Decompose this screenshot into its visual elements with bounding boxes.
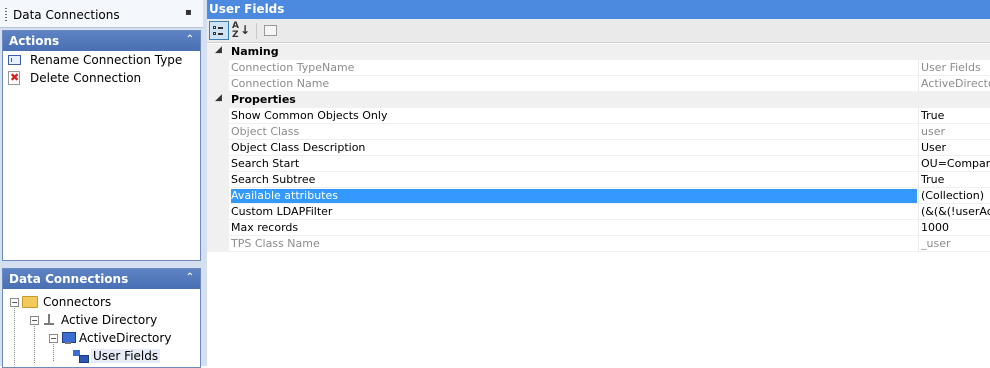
property-value[interactable]: user (921, 125, 990, 139)
property-value[interactable]: 1000 (921, 221, 990, 235)
property-name: Search Start (231, 157, 300, 170)
property-row-show-common-objects-only[interactable]: Show Common Objects Only True (207, 108, 990, 124)
property-row-object-class-description[interactable]: Object Class Description User (207, 140, 990, 156)
property-name: Connection TypeName (231, 61, 355, 74)
property-row-max-records[interactable]: Max records 1000 (207, 220, 990, 236)
tree-item-label: User Fields (91, 349, 161, 363)
connections-tree: − Connectors − Active Directory − Active… (3, 289, 200, 365)
property-name: Object Class Description (231, 141, 366, 154)
property-row-search-start[interactable]: Search Start OU=Company (207, 156, 990, 172)
data-connections-panel: Data Connections ⌃ − Connectors − Active… (2, 268, 201, 368)
property-value[interactable]: ActiveDirector (921, 77, 990, 91)
category-label: Properties (231, 93, 296, 106)
dock-title: Data Connections (13, 8, 120, 22)
category-naming[interactable]: ◢ Naming (207, 44, 990, 60)
alphabetical-icon: A Z ↓ (231, 20, 251, 40)
property-pages-button[interactable] (260, 21, 280, 40)
actions-panel-header[interactable]: Actions ⌃ (3, 31, 200, 51)
delete-connection-action[interactable]: Delete Connection (3, 69, 200, 87)
tree-item-user-fields[interactable]: User Fields (3, 347, 200, 365)
property-row-tps-class-name[interactable]: TPS Class Name _user (207, 236, 990, 252)
property-value[interactable]: (Collection) (921, 189, 990, 203)
categorized-icon (213, 25, 225, 37)
dock-header: Data Connections ▪ (0, 0, 203, 28)
action-label: Delete Connection (30, 71, 142, 85)
rename-icon (8, 55, 21, 65)
property-pages-icon (263, 25, 277, 36)
folder-open-icon (22, 296, 38, 308)
property-name: Search Subtree (231, 173, 316, 186)
property-name: Available attributes (231, 189, 917, 203)
collapse-triangle-icon[interactable]: ◢ (215, 45, 222, 55)
property-row-connection-name[interactable]: Connection Name ActiveDirector (207, 76, 990, 92)
property-value[interactable]: OU=Company (921, 157, 990, 171)
data-connections-panel-header[interactable]: Data Connections ⌃ (3, 269, 200, 289)
actions-title: Actions (9, 34, 60, 48)
delete-icon (8, 71, 20, 85)
tree-item-label: ActiveDirectory (79, 331, 172, 345)
tree-item-active-directory[interactable]: − Active Directory (3, 311, 200, 329)
property-grid-title: User Fields (207, 0, 990, 19)
property-value[interactable]: _user (921, 237, 990, 251)
property-name: Object Class (231, 125, 300, 138)
collapse-chevron-icon[interactable]: ⌃ (186, 272, 194, 283)
property-grid-pane: User Fields A Z ↓ ◢ Naming Connection Ty… (207, 0, 990, 366)
tree-item-activedirectory-connection[interactable]: − ActiveDirectory (3, 329, 200, 347)
data-connections-title: Data Connections (9, 272, 129, 286)
property-grid: ◢ Naming Connection TypeName User Fields… (207, 44, 990, 252)
category-properties[interactable]: ◢ Properties (207, 92, 990, 108)
categorized-button[interactable] (209, 21, 229, 40)
collapse-triangle-icon[interactable]: ◢ (215, 93, 222, 103)
property-name: Connection Name (231, 77, 330, 90)
collapse-tree-icon[interactable]: − (30, 315, 39, 325)
property-name: TPS Class Name (231, 237, 320, 250)
connector-type-icon (42, 313, 56, 327)
actions-panel: Actions ⌃ Rename Connection Type Delete … (2, 30, 201, 261)
category-label: Naming (231, 45, 279, 58)
property-value[interactable]: True (921, 109, 990, 123)
property-row-available-attributes[interactable]: Available attributes (Collection) (207, 188, 990, 204)
collapse-chevron-icon[interactable]: ⌃ (186, 34, 194, 45)
collapse-tree-icon[interactable]: − (10, 297, 19, 307)
property-value[interactable]: User (921, 141, 990, 155)
property-value[interactable]: User Fields (921, 61, 990, 75)
user-fields-icon (73, 350, 89, 363)
tree-item-label: Active Directory (61, 313, 158, 327)
property-row-custom-ldapfilter[interactable]: Custom LDAPFilter (&(&(!userAcc (207, 204, 990, 220)
property-row-connection-typename[interactable]: Connection TypeName User Fields (207, 60, 990, 76)
property-value[interactable]: True (921, 173, 990, 187)
collapse-tree-icon[interactable]: − (49, 333, 58, 343)
pin-icon[interactable]: ▪ (185, 7, 197, 19)
alphabetical-button[interactable]: A Z ↓ (231, 21, 251, 40)
rename-connection-type-action[interactable]: Rename Connection Type (3, 51, 200, 69)
property-name: Max records (231, 221, 299, 234)
property-name: Custom LDAPFilter (231, 205, 333, 218)
property-row-object-class[interactable]: Object Class user (207, 124, 990, 140)
left-dock-pane: Data Connections ▪ Actions ⌃ Rename Conn… (0, 0, 203, 368)
tree-item-label: Connectors (43, 295, 112, 309)
drag-grip-icon[interactable] (5, 8, 7, 21)
property-name: Show Common Objects Only (231, 109, 388, 122)
action-label: Rename Connection Type (30, 53, 183, 67)
toolbar-separator (256, 22, 257, 39)
computer-icon (61, 331, 76, 345)
property-row-search-subtree[interactable]: Search Subtree True (207, 172, 990, 188)
property-value[interactable]: (&(&(!userAcc (921, 205, 990, 219)
property-grid-toolbar: A Z ↓ (207, 19, 990, 43)
tree-item-connectors[interactable]: − Connectors (3, 293, 200, 311)
